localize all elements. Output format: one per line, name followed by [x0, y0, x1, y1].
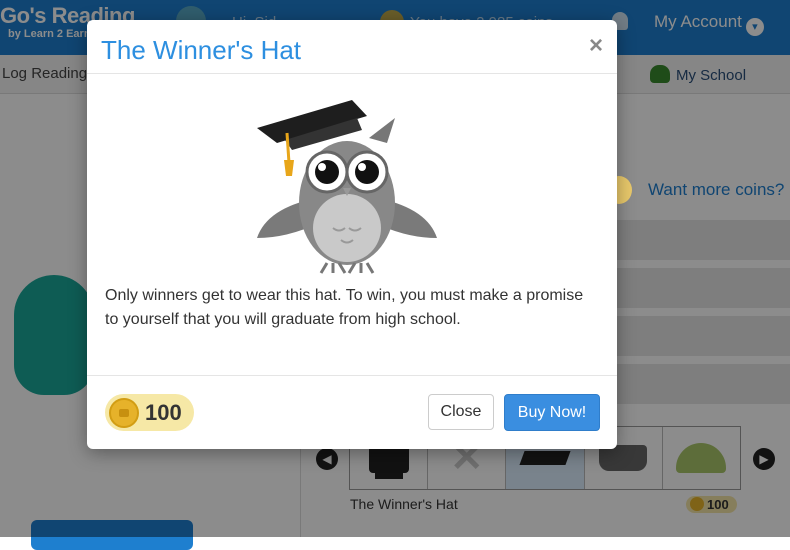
dialog-description: Only winners get to wear this hat. To wi…	[105, 287, 584, 328]
price-badge: 100	[105, 394, 194, 431]
dialog-header: The Winner's Hat ×	[87, 20, 617, 74]
owl-graduation-hat-image	[257, 100, 437, 274]
hat-purchase-dialog: The Winner's Hat × Only winners get to w…	[87, 20, 617, 449]
close-icon[interactable]: ×	[589, 32, 603, 60]
buy-now-button[interactable]: Buy Now!	[504, 394, 600, 431]
close-button[interactable]: Close	[428, 394, 494, 430]
dialog-footer: 100 Close Buy Now!	[87, 375, 617, 450]
price-value: 100	[145, 399, 182, 425]
dialog-title: The Winner's Hat	[101, 35, 302, 65]
coin-icon	[109, 397, 139, 428]
